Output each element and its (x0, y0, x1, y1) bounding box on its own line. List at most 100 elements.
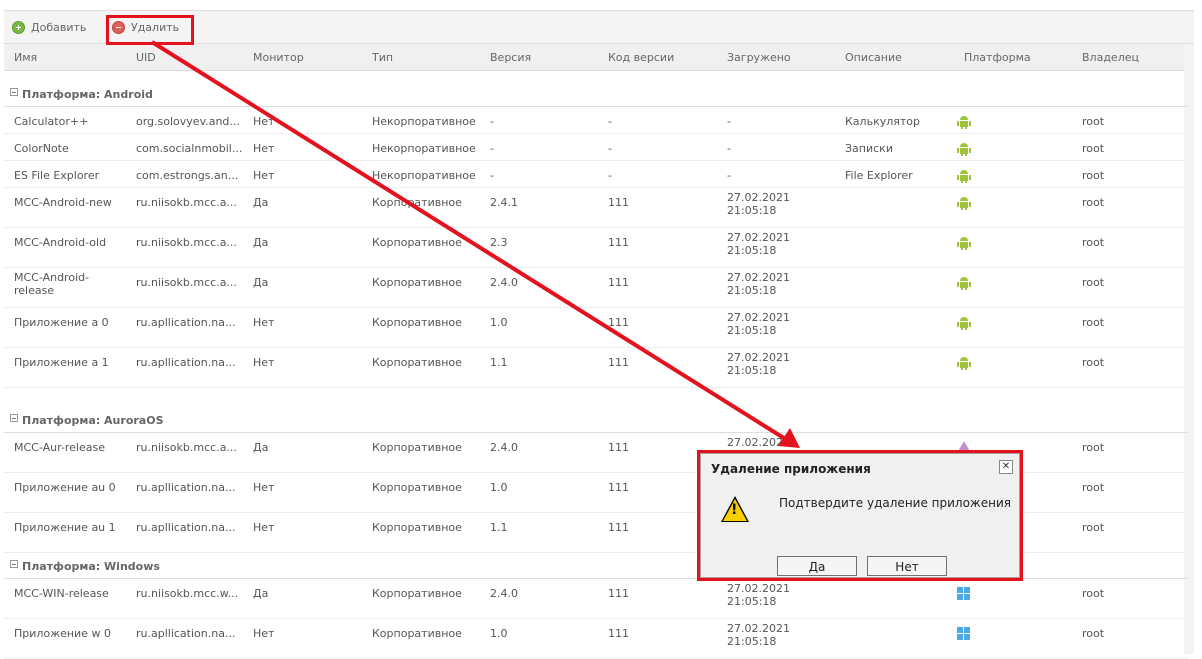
table-row[interactable]: ES File Explorer com.estrongs.an... Нет Нек… (4, 161, 1188, 188)
cell-description: Записки (845, 142, 893, 155)
group-label: Платформа: Windows (22, 560, 160, 573)
cell-name: MCC-Android-new (14, 196, 112, 209)
cell-uid: ru.niisokb.mcc.a... (136, 276, 237, 289)
add-button[interactable]: Добавить (12, 19, 86, 35)
col-monitor[interactable]: Монитор (253, 51, 304, 64)
cell-code: 111 (608, 196, 629, 209)
cell-code: - (608, 115, 612, 128)
cell-monitor: Да (253, 587, 269, 600)
cell-monitor: Нет (253, 627, 275, 640)
cell-uid: ru.apllication.na... (136, 521, 236, 534)
cell-uploaded: - (727, 169, 731, 182)
cell-owner: root (1082, 441, 1105, 454)
cell-name: MCC-Android- release (14, 271, 90, 297)
cell-monitor: Да (253, 236, 269, 249)
col-name[interactable]: Имя (14, 51, 37, 64)
table-row[interactable]: MCC-WIN-release ru.niisokb.mcc.w... Да Корп… (4, 579, 1188, 619)
cell-description: File Explorer (845, 169, 913, 182)
cell-type: Корпоративное (372, 627, 462, 640)
android-icon (957, 115, 971, 129)
table-row[interactable]: Calculator++ org.solovyev.and... Нет Некорп… (4, 107, 1188, 134)
cell-type: Корпоративное (372, 316, 462, 329)
table-row[interactable]: MCC-Android-new ru.niisokb.mcc.a... Да Корп… (4, 188, 1188, 228)
table-row[interactable]: Приложение а 1 ru.apllication.na... Нет Кор… (4, 348, 1188, 388)
android-icon (957, 196, 971, 210)
cell-code: 111 (608, 316, 629, 329)
group-header[interactable]: Платформа: AuroraOS (4, 408, 1188, 433)
col-description[interactable]: Описание (845, 51, 902, 64)
cell-owner: root (1082, 115, 1105, 128)
cell-monitor: Нет (253, 481, 275, 494)
cell-uploaded: - (727, 142, 731, 155)
cell-version: 1.0 (490, 481, 508, 494)
table-row[interactable]: MCC-Android- release ru.niisokb.mcc.a... Д… (4, 268, 1188, 308)
cell-uploaded: 27.02.2021 21:05:18 (727, 351, 790, 377)
cell-name: Приложение au 0 (14, 481, 116, 494)
cell-uid: com.estrongs.an... (136, 169, 239, 182)
windows-icon (957, 587, 971, 601)
cell-name: ColorNote (14, 142, 69, 155)
table-row[interactable]: ColorNote com.socialnmobil... Нет Некорпора… (4, 134, 1188, 161)
cell-type: Корпоративное (372, 481, 462, 494)
cell-type: Некорпоративное (372, 115, 476, 128)
collapse-icon[interactable] (10, 414, 18, 422)
delete-highlight-box (106, 15, 194, 45)
cell-type: Корпоративное (372, 587, 462, 600)
cell-code: 111 (608, 441, 629, 454)
cell-version: 2.4.0 (490, 587, 518, 600)
cell-monitor: Нет (253, 356, 275, 369)
col-owner[interactable]: Владелец (1082, 51, 1139, 64)
cell-uid: ru.niisokb.mcc.a... (136, 236, 237, 249)
col-uid[interactable]: UID (136, 51, 156, 64)
cell-uploaded: - (727, 115, 731, 128)
collapse-icon[interactable] (10, 560, 18, 568)
cell-version: - (490, 115, 494, 128)
col-version[interactable]: Версия (490, 51, 531, 64)
android-icon (957, 276, 971, 290)
cell-type: Некорпоративное (372, 142, 476, 155)
cell-code: 111 (608, 236, 629, 249)
android-icon (957, 142, 971, 156)
table-row[interactable]: Приложение w 0 ru.apllication.na... Нет Кор… (4, 619, 1188, 659)
cell-name: MCC-Android-old (14, 236, 107, 249)
cell-monitor: Нет (253, 316, 275, 329)
cell-type: Корпоративное (372, 196, 462, 209)
cell-monitor: Нет (253, 115, 275, 128)
android-icon (957, 356, 971, 370)
col-type[interactable]: Тип (372, 51, 393, 64)
cell-version: 2.3 (490, 236, 508, 249)
cell-name: Приложение au 1 (14, 521, 116, 534)
cell-owner: root (1082, 481, 1105, 494)
cell-name: ES File Explorer (14, 169, 100, 182)
cell-code: 111 (608, 481, 629, 494)
cell-uid: ru.apllication.na... (136, 316, 236, 329)
col-version-code[interactable]: Код версии (608, 51, 674, 64)
dialog-highlight-box (697, 450, 1023, 581)
cell-type: Корпоративное (372, 441, 462, 454)
cell-owner: root (1082, 196, 1105, 209)
android-icon (957, 169, 971, 183)
cell-owner: root (1082, 142, 1105, 155)
table-row[interactable]: MCC-Android-old ru.niisokb.mcc.a... Да Корп… (4, 228, 1188, 268)
cell-owner: root (1082, 276, 1105, 289)
col-uploaded[interactable]: Загружено (727, 51, 791, 64)
cell-code: - (608, 142, 612, 155)
cell-code: 111 (608, 587, 629, 600)
cell-uid: ru.apllication.na... (136, 356, 236, 369)
cell-uploaded: 27.02.2021 21:05:18 (727, 271, 790, 297)
cell-monitor: Нет (253, 169, 275, 182)
cell-name: Calculator++ (14, 115, 89, 128)
group-header[interactable]: Платформа: Android (4, 82, 1188, 107)
cell-version: 1.0 (490, 316, 508, 329)
cell-type: Корпоративное (372, 356, 462, 369)
collapse-icon[interactable] (10, 88, 18, 96)
cell-name: Приложение w 0 (14, 627, 111, 640)
table-row[interactable]: Приложение а 0 ru.apllication.na... Нет Кор… (4, 308, 1188, 348)
windows-icon (957, 627, 971, 641)
table-header: Имя UID Монитор Тип Версия Код версии За… (4, 44, 1194, 71)
cell-name: MCC-WIN-release (14, 587, 109, 600)
cell-uploaded: 27.02.2021 21:05:18 (727, 311, 790, 337)
cell-uid: org.solovyev.and... (136, 115, 240, 128)
cell-version: 1.1 (490, 521, 508, 534)
col-platform[interactable]: Платформа (964, 51, 1031, 64)
